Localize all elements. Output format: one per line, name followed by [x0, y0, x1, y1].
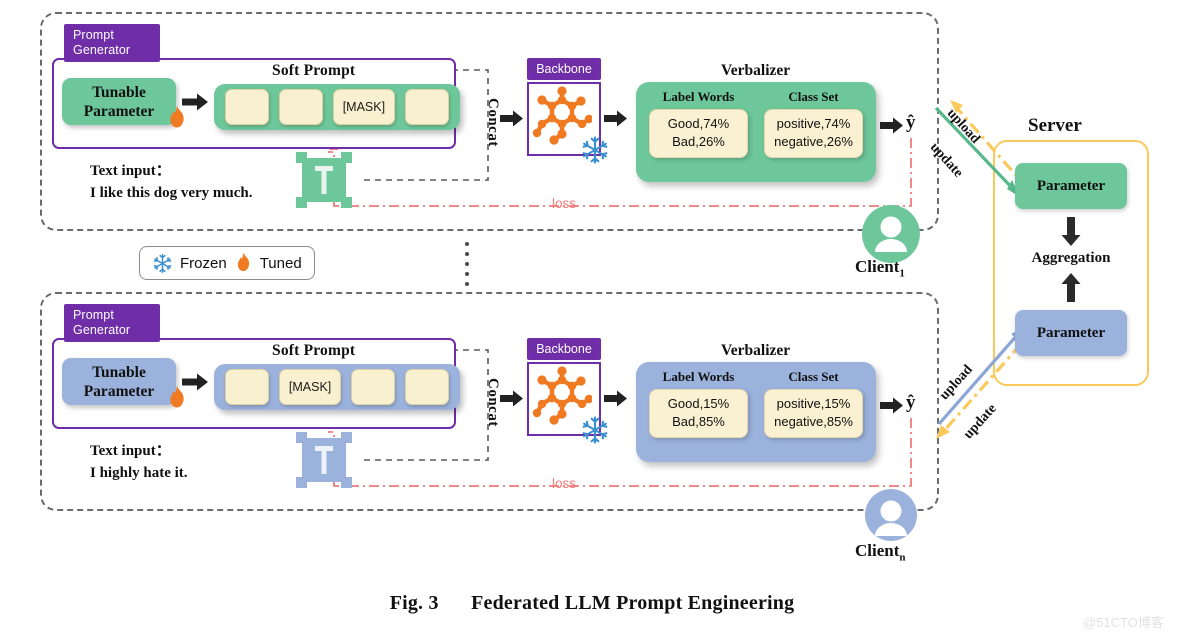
server-title: Server: [1028, 115, 1082, 136]
client-n-tunable-parameter: Tunable Parameter: [62, 358, 176, 405]
verbalizer-card: positive,15% negative,85%: [764, 389, 863, 438]
client-n-avatar: [865, 489, 917, 541]
client-n-concat-label: Concat: [485, 378, 501, 427]
arrow-tunable-to-softprompt-icon: [182, 373, 208, 391]
verbalizer-column: Label Words Good,15% Bad,85%: [649, 369, 748, 438]
legend-frozen-label: Frozen: [180, 254, 227, 272]
client-n-backbone-tab: Backbone: [527, 338, 601, 360]
client-1-output-label: ŷ: [906, 112, 916, 133]
verbalizer-column-header: Label Words: [662, 369, 735, 384]
verbalizer-row: negative,26%: [774, 134, 853, 149]
pg-tab-line1: Prompt: [73, 308, 114, 322]
client-n-soft-prompt-strip: [MASK]: [214, 364, 460, 410]
legend-frozen-tuned: Frozen Tuned: [139, 246, 315, 280]
verbalizer-row: Bad,26%: [672, 134, 725, 149]
clients-ellipsis: [465, 242, 469, 286]
tunable-line1: Tunable: [92, 83, 146, 101]
server-parameter-top: Parameter: [1015, 163, 1127, 209]
pg-tab-line2: Generator: [73, 42, 131, 57]
client-n-prompt-generator-tab: Prompt Generator: [64, 304, 160, 342]
text-input-prompt: Text input：: [90, 443, 171, 459]
server-aggregation-label: Aggregation: [1031, 250, 1111, 266]
client-1-tunable-parameter: Tunable Parameter: [62, 78, 176, 125]
verbalizer-card: positive,74% negative,26%: [764, 109, 863, 158]
verbalizer-row: positive,74%: [776, 116, 851, 131]
verbalizer-row: Good,74%: [667, 116, 730, 131]
caption-prefix: Fig. 3: [389, 592, 439, 614]
snowflake-icon: [153, 253, 172, 273]
verbalizer-column: Class Set positive,15% negative,85%: [764, 369, 863, 438]
verbalizer-row: Bad,85%: [672, 414, 725, 429]
snowflake-icon: [582, 416, 608, 444]
client-n-verbalizer-body: Label Words Good,15% Bad,85% Class Set p…: [636, 362, 876, 462]
snowflake-icon: [582, 136, 608, 164]
verbalizer-column-header: Label Words: [662, 89, 735, 104]
client-1-text-input-label: Text input： I like this dog very much.: [90, 160, 253, 204]
verbalizer-row: Good,15%: [667, 396, 730, 411]
soft-prompt-cell[interactable]: [405, 369, 449, 405]
client-1-avatar: [861, 205, 920, 263]
watermark: @51CTO博客: [1083, 615, 1164, 630]
arrow-down-to-aggregation-icon: [1061, 217, 1081, 246]
client-n-soft-prompt-title: Soft Prompt: [272, 342, 356, 359]
tunable-line2: Parameter: [83, 102, 155, 120]
flame-icon: [237, 252, 249, 272]
pg-tab-line1: Prompt: [73, 28, 114, 42]
verbalizer-card: Good,15% Bad,85%: [649, 389, 748, 438]
verbalizer-row: positive,15%: [776, 396, 851, 411]
soft-prompt-cell[interactable]: [278, 89, 323, 125]
client-1-label: Client1: [855, 257, 905, 279]
arrow-concat-to-backbone-icon: [500, 110, 523, 127]
client-1-concat-label: Concat: [485, 98, 501, 147]
text-input-value: I like this dog very much.: [90, 185, 253, 201]
verbalizer-column-header: Class Set: [788, 369, 839, 384]
soft-prompt-cell[interactable]: [405, 89, 449, 125]
soft-prompt-cell[interactable]: [225, 89, 269, 125]
caption-title: Federated LLM Prompt Engineering: [471, 592, 795, 614]
figure-caption: Fig. 3 Federated LLM Prompt Engineering: [0, 592, 1184, 615]
arrow-concat-to-backbone-icon: [500, 390, 523, 407]
arrow-up-to-aggregation-icon: [1061, 273, 1081, 302]
verbalizer-column: Label Words Good,74% Bad,26%: [649, 89, 748, 158]
client-label-text: Client: [855, 257, 900, 276]
tunable-line2: Parameter: [83, 382, 155, 400]
arrow-tunable-to-softprompt-icon: [182, 93, 208, 111]
client-n-text-input-label: Text input： I highly hate it.: [90, 440, 188, 484]
soft-prompt-cell-mask[interactable]: [MASK]: [278, 369, 342, 405]
soft-prompt-cell-mask[interactable]: [MASK]: [332, 89, 396, 125]
arrow-backbone-to-verbalizer-icon: [604, 110, 627, 127]
text-input-prompt: Text input：: [90, 163, 171, 179]
client-1-soft-prompt-title: Soft Prompt: [272, 62, 356, 79]
client-label-sub: 1: [899, 267, 905, 280]
client-n-output-label: ŷ: [906, 392, 916, 413]
pg-tab-line2: Generator: [73, 322, 131, 337]
arrow-verbalizer-to-output-icon: [880, 397, 903, 414]
verbalizer-card: Good,74% Bad,26%: [649, 109, 748, 158]
arrow-backbone-to-verbalizer-icon: [604, 390, 627, 407]
client-1-soft-prompt-strip: [MASK]: [214, 84, 460, 130]
text-T-icon: [296, 432, 352, 488]
verbalizer-column: Class Set positive,74% negative,26%: [764, 89, 863, 158]
client-n-loss-label: loss: [552, 476, 577, 491]
client-1-prompt-generator-tab: Prompt Generator: [64, 24, 160, 62]
client-n-label: Clientn: [855, 541, 906, 563]
client-label-text: Client: [855, 541, 900, 560]
arrow-verbalizer-to-output-icon: [880, 117, 903, 134]
client-n-verbalizer-title: Verbalizer: [721, 342, 791, 359]
legend-tuned-label: Tuned: [259, 254, 302, 272]
text-input-value: I highly hate it.: [90, 465, 188, 481]
text-T-icon: [296, 152, 352, 208]
server-parameter-bottom: Parameter: [1015, 310, 1127, 356]
tunable-line1: Tunable: [92, 363, 146, 381]
soft-prompt-cell[interactable]: [225, 369, 269, 405]
client-1-verbalizer-title: Verbalizer: [721, 62, 791, 79]
client-label-sub: n: [899, 551, 906, 564]
soft-prompt-cell[interactable]: [351, 369, 396, 405]
client-1-verbalizer-body: Label Words Good,74% Bad,26% Class Set p…: [636, 82, 876, 182]
client-1-backbone-tab: Backbone: [527, 58, 601, 80]
client-1-loss-label: loss: [552, 196, 577, 211]
verbalizer-row: negative,85%: [774, 414, 853, 429]
verbalizer-column-header: Class Set: [788, 89, 839, 104]
